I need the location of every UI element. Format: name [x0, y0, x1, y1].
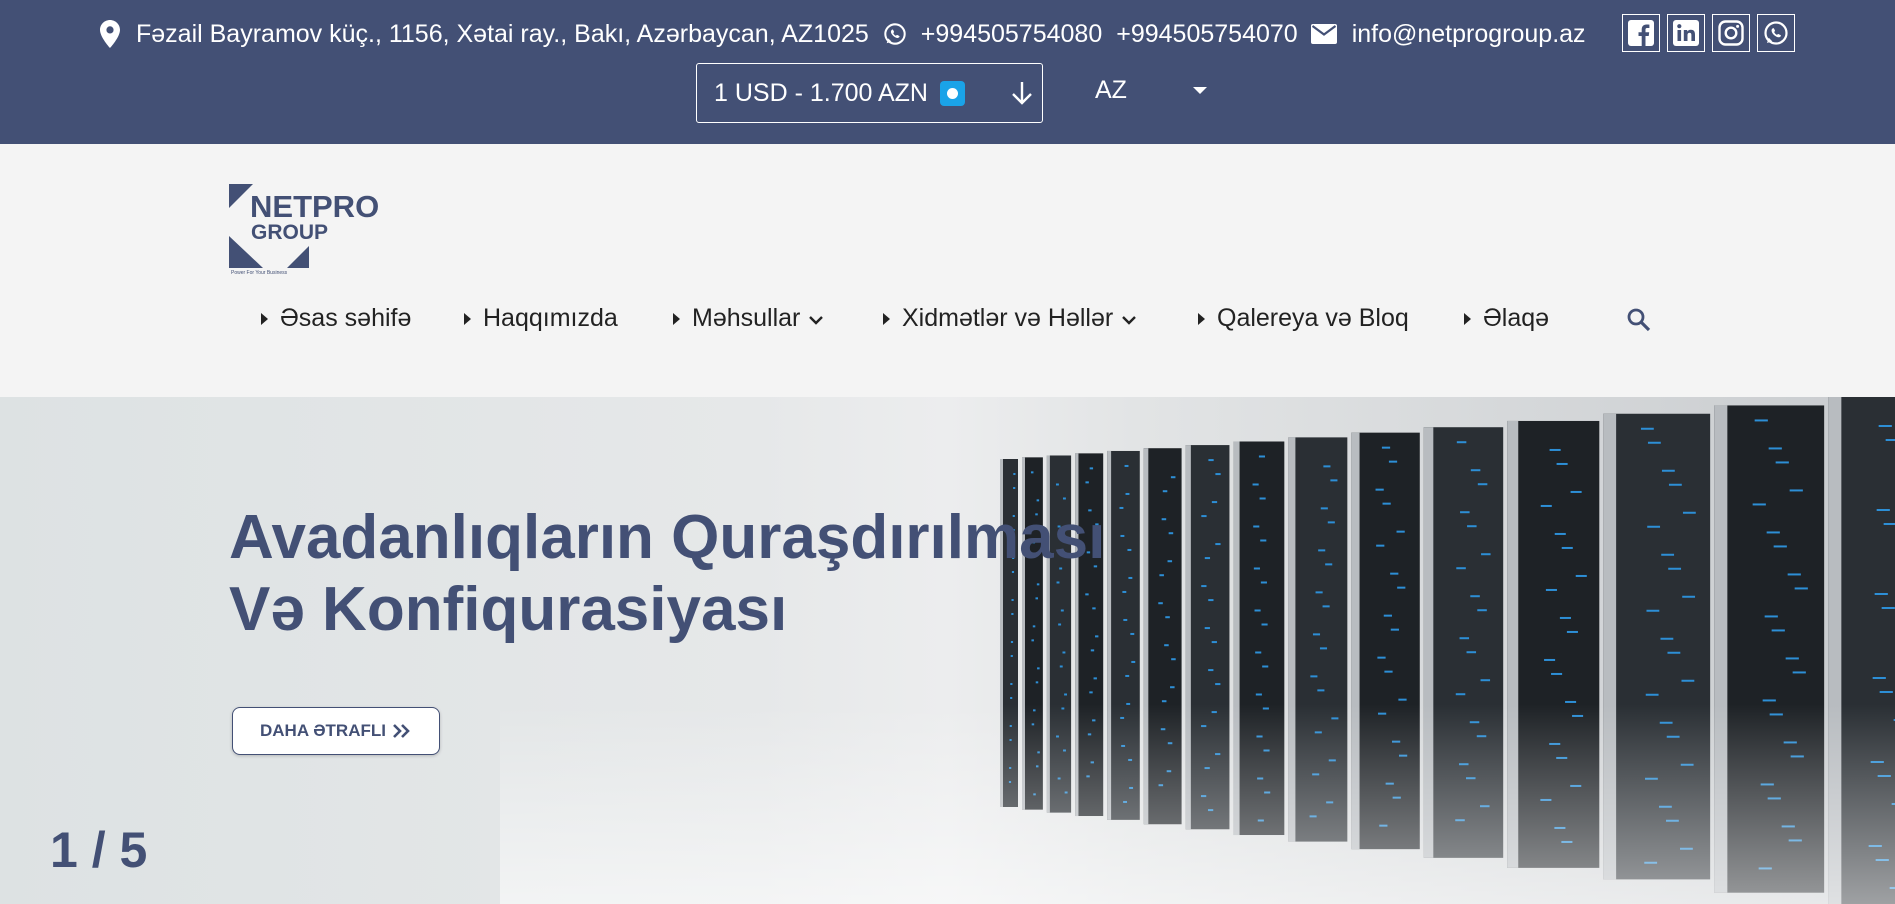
search-icon[interactable]: [1626, 307, 1652, 338]
location-pin-icon: [98, 19, 122, 49]
nav-item-gallery[interactable]: Qalereya və Bloq: [1198, 304, 1409, 333]
address-text: Fəzail Bayramov küç., 1156, Xətai ray., …: [136, 19, 869, 48]
logo-tagline: Power For Your Business: [231, 270, 288, 276]
triangle-right-icon: [261, 312, 268, 325]
logo-text-group: GROUP: [251, 221, 328, 244]
nav-item-services[interactable]: Xidmətlər və Həllər: [883, 304, 1137, 333]
currency-rate-label: 1 USD - 1.700 AZN: [714, 78, 928, 107]
nav-item-home[interactable]: Əsas səhifə: [261, 304, 411, 333]
more-info-button-label: DAHA ƏTRAFLI: [260, 721, 386, 740]
more-info-button[interactable]: DAHA ƏTRAFLI: [232, 707, 440, 755]
nav-item-label: Əsas səhifə: [280, 304, 412, 332]
instagram-icon[interactable]: [1712, 14, 1750, 52]
mail-icon: [1310, 19, 1338, 49]
nav-item-label: Məhsullar: [692, 304, 801, 332]
site-header: NETPRO GROUP Power For Your Business Əsa…: [0, 144, 1895, 397]
linkedin-icon[interactable]: [1667, 14, 1705, 52]
netpro-logo[interactable]: NETPRO GROUP Power For Your Business: [229, 184, 384, 276]
hero-slider: Avadanlıqların Quraşdırılması Və Konfiqu…: [0, 397, 1895, 904]
nav-item-label: Xidmətlər və Həllər: [902, 304, 1114, 332]
double-chevron-right-icon: [393, 724, 410, 738]
currency-rate-dropdown[interactable]: 1 USD - 1.700 AZN: [696, 63, 1043, 123]
nav-item-about[interactable]: Haqqımızda: [464, 304, 618, 333]
slide-counter: 1 / 5: [50, 822, 148, 878]
hero-floor-reflection: [500, 704, 1895, 904]
nav-item-label: Haqqımızda: [483, 304, 618, 332]
nav-item-products[interactable]: Məhsullar: [673, 304, 824, 333]
nav-item-contact[interactable]: Əlaqə: [1464, 304, 1549, 333]
hero-title-line-2: Və Konfiqurasiyası: [229, 575, 788, 644]
language-label: AZ: [1095, 76, 1127, 104]
whatsapp-social-icon[interactable]: [1757, 14, 1795, 52]
nav-item-label: Əlaqə: [1483, 304, 1550, 332]
caret-down-icon: [1192, 87, 1207, 94]
phone-2-link[interactable]: +994505754070: [1116, 20, 1297, 49]
top-bar: Fəzail Bayramov küç., 1156, Xətai ray., …: [0, 0, 1895, 144]
hero-title-line-1: Avadanlıqların Quraşdırılması: [229, 503, 1106, 572]
language-select[interactable]: AZ: [1095, 76, 1207, 105]
phone-1-link[interactable]: +994505754080: [921, 20, 1102, 49]
email-link[interactable]: info@netprogroup.az: [1352, 20, 1586, 49]
triangle-right-icon: [673, 312, 680, 325]
logo-text-netpro: NETPRO: [250, 189, 379, 224]
currency-indicator-icon: [939, 80, 965, 106]
hero-title: Avadanlıqların Quraşdırılması Və Konfiqu…: [229, 502, 1129, 646]
arrow-down-icon: [1010, 78, 1034, 115]
social-links: [1622, 14, 1795, 52]
nav-item-label: Qalereya və Bloq: [1217, 304, 1409, 332]
main-nav: Əsas səhifə Haqqımızda Məhsullar Xidmətl…: [0, 304, 1895, 348]
triangle-right-icon: [883, 312, 890, 325]
triangle-right-icon: [1198, 312, 1205, 325]
chevron-down-icon: [808, 304, 824, 333]
facebook-icon[interactable]: [1622, 14, 1660, 52]
triangle-right-icon: [1464, 312, 1471, 325]
whatsapp-icon[interactable]: [883, 19, 907, 49]
contact-row: Fəzail Bayramov küç., 1156, Xətai ray., …: [98, 14, 1600, 54]
chevron-down-icon: [1121, 304, 1137, 333]
triangle-right-icon: [464, 312, 471, 325]
